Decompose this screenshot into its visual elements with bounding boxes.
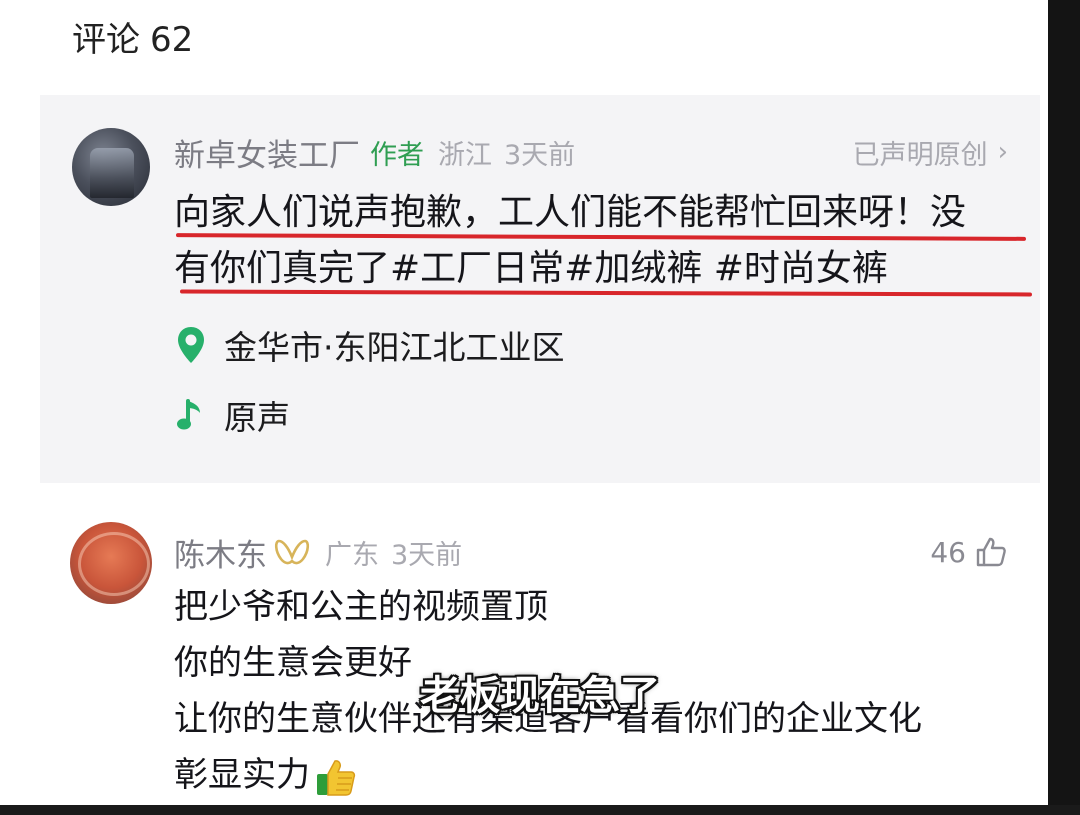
music-note-icon bbox=[177, 399, 200, 430]
user-name[interactable]: 陈木东 bbox=[174, 530, 267, 575]
author-comment-text-line1: 向家人们说声抱歉，工人们能不能帮忙回来呀！没 bbox=[174, 192, 967, 233]
declared-original-link[interactable]: 已声明原创 › bbox=[853, 132, 1008, 172]
author-name[interactable]: 新卓女装工厂 bbox=[174, 130, 360, 175]
bottom-edge-bar bbox=[0, 805, 1080, 815]
like-button[interactable]: 46 bbox=[930, 530, 1008, 574]
right-edge-bar bbox=[1048, 0, 1080, 815]
declared-original-label: 已声明原创 bbox=[852, 139, 988, 171]
author-tag: 作者 bbox=[370, 139, 424, 171]
author-comment-text-line2: 有你们真完了#工厂日常#加绒裤 #时尚女裤 bbox=[174, 248, 888, 289]
map-pin-icon bbox=[178, 327, 204, 363]
like-count: 46 bbox=[930, 535, 966, 569]
user-comment-line-1: 把少爷和公主的视频置顶 bbox=[174, 587, 548, 627]
user-comment-line-2: 你的生意会更好 bbox=[174, 643, 412, 683]
location-text: 金华市·东阳江北工业区 bbox=[224, 328, 565, 367]
author-avatar-figure bbox=[90, 148, 134, 198]
sound-row[interactable]: 原声 bbox=[176, 390, 290, 440]
chevron-right-icon: › bbox=[997, 137, 1008, 167]
author-avatar[interactable] bbox=[72, 128, 150, 206]
comments-label: 评论 bbox=[72, 20, 140, 60]
comments-screen: 评论 62 新卓女装工厂 作者 浙江 3天前 已声明原创 › 向家人们说声抱歉，工… bbox=[0, 0, 1080, 815]
comments-header: 评论 62 bbox=[72, 18, 193, 62]
thumbs-up-emoji-icon bbox=[317, 759, 356, 796]
user-avatar[interactable] bbox=[70, 522, 152, 604]
thumbs-up-icon bbox=[976, 537, 1006, 567]
sound-text: 原声 bbox=[224, 398, 290, 437]
comments-count: 62 bbox=[150, 20, 194, 60]
user-region: 广东 bbox=[325, 539, 379, 571]
video-subtitle-overlay: 老板现在急了 bbox=[420, 673, 660, 719]
user-avatar-detail bbox=[78, 532, 150, 596]
vip-badge-icon bbox=[274, 539, 310, 565]
user-name-line: 陈木东 广东 3天前 bbox=[174, 530, 462, 574]
user-comment-line-4: 彰显实力 bbox=[174, 748, 358, 802]
author-name-line: 新卓女装工厂 作者 浙江 3天前 bbox=[174, 130, 575, 174]
author-time: 3天前 bbox=[504, 139, 576, 171]
user-time: 3天前 bbox=[391, 539, 463, 571]
user-comment-line-4-text: 彰显实力 bbox=[174, 755, 310, 795]
author-region: 浙江 bbox=[438, 139, 492, 171]
location-row[interactable]: 金华市·东阳江北工业区 bbox=[176, 320, 565, 370]
